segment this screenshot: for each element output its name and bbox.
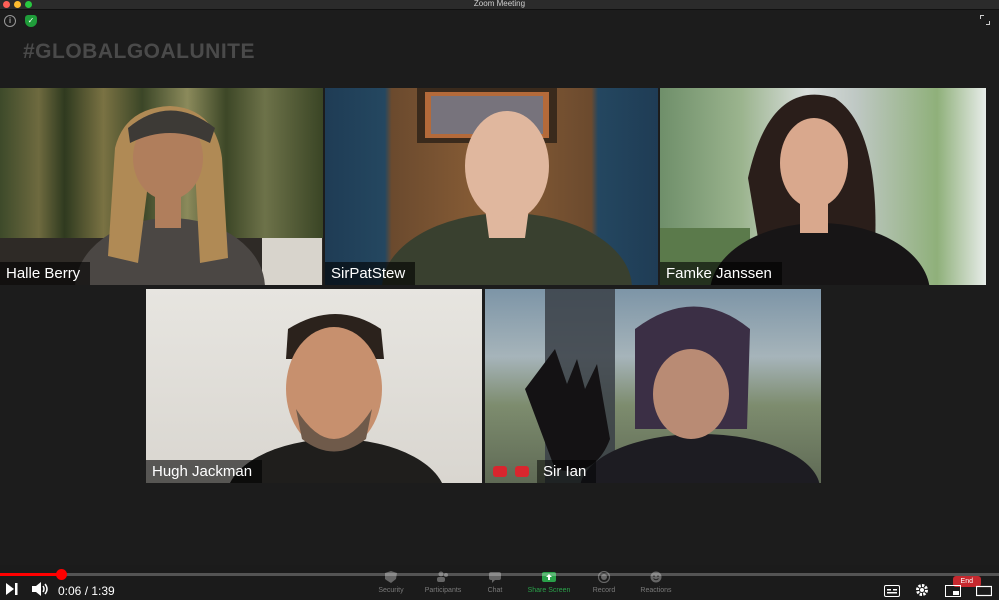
record-label: Record [592, 587, 616, 594]
security-shield-icon[interactable]: ✓ [25, 15, 37, 27]
playback-time: 0:06 / 1:39 [58, 584, 115, 598]
participants-label: Participants [424, 587, 462, 594]
window-title-bar: Zoom Meeting [0, 0, 999, 10]
participant-video [525, 289, 820, 483]
video-off-icon [493, 466, 507, 477]
video-tile-halle-berry[interactable]: Halle Berry [0, 88, 323, 285]
participant-name-label: Hugh Jackman [146, 460, 263, 483]
miniplayer-icon[interactable] [945, 585, 961, 597]
scrubber-handle[interactable] [55, 569, 67, 580]
participant-name-label: Sir Ian [537, 460, 597, 483]
participant-video [660, 94, 930, 285]
participant-video [0, 106, 323, 285]
window-title: Zoom Meeting [473, 0, 526, 8]
meeting-info-icon[interactable]: i [4, 15, 16, 27]
hashtag-overlay: #GLOBALGOALUNITE [23, 40, 255, 63]
video-tile-famke-janssen[interactable]: Famke Janssen [660, 88, 986, 285]
subtitles-icon[interactable] [884, 585, 900, 597]
video-tile-hugh-jackman[interactable]: Hugh Jackman [146, 289, 482, 483]
chat-label: Chat [487, 587, 503, 594]
progress-played [0, 573, 61, 576]
settings-gear-icon[interactable] [915, 583, 929, 597]
participant-name-label: Famke Janssen [660, 262, 782, 285]
mic-muted-icon [515, 466, 529, 477]
video-progress-bar[interactable] [0, 569, 999, 580]
security-label: Security [378, 587, 404, 594]
fullscreen-icon[interactable] [980, 15, 990, 25]
video-tile-sirpatstew[interactable]: SirPatStew [325, 88, 658, 285]
zoom-meeting-stage: Zoom Meeting i ✓ #GLOBALGOALUNITE Halle … [0, 0, 999, 600]
participant-video [229, 314, 443, 483]
play-next-icon[interactable] [6, 583, 18, 595]
participant-video [382, 88, 632, 285]
volume-icon[interactable] [32, 582, 50, 596]
video-tile-sir-ian[interactable]: Sir Ian [485, 289, 821, 483]
share-screen-label: Share Screen [527, 587, 571, 594]
participant-name-label: SirPatStew [325, 262, 416, 285]
reactions-label: Reactions [640, 587, 672, 594]
theater-mode-icon[interactable] [976, 585, 992, 597]
participant-name-label: Halle Berry [0, 262, 91, 285]
